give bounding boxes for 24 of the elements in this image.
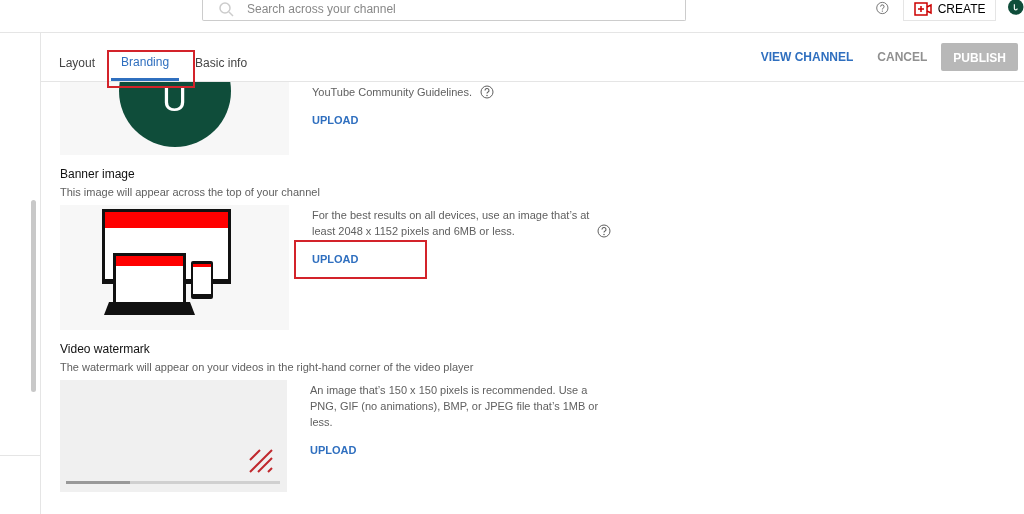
info-text: For the best results on all devices, use an image that’s at least 2048 x 1152 pixels and 6MB or less. <box>312 208 590 239</box>
search-field[interactable]: Search across your channel <box>202 0 686 21</box>
search-icon <box>218 1 234 17</box>
cancel-button[interactable]: CANCEL <box>867 42 938 72</box>
create-button[interactable]: CREATE <box>902 0 997 21</box>
tab[interactable]: Layout <box>49 33 106 81</box>
avatar-icon[interactable] <box>1008 0 1024 18</box>
upload-link[interactable]: UPLOAD <box>310 444 357 456</box>
avatar-letter: U <box>162 82 187 119</box>
section-description: The watermark will appear on your videos in the right-hand corner of the video player <box>60 361 475 373</box>
help-icon[interactable] <box>876 0 889 17</box>
section-title: Banner image <box>60 167 136 181</box>
info-text: An image that’s 150 x 150 pixels is recommended. Use a PNG, GIF (no animations), BMP, or JPEG file that’s 1MB or less. <box>310 383 599 430</box>
info-text: YouTube Community Guidelines. <box>312 85 472 100</box>
help-icon[interactable] <box>597 224 612 238</box>
video-plus-icon <box>913 1 932 16</box>
upload-link[interactable]: UPLOAD <box>312 114 359 126</box>
scrollbar[interactable] <box>31 200 36 392</box>
help-icon[interactable] <box>480 85 494 99</box>
section-title: Video watermark <box>60 342 151 356</box>
section-description: This image will appear across the top of your channel <box>60 186 321 198</box>
upload-link[interactable]: UPLOAD <box>312 253 359 265</box>
tab[interactable]: Basic info <box>185 33 258 81</box>
view-channel-link[interactable]: VIEW CHANNEL <box>750 42 864 72</box>
